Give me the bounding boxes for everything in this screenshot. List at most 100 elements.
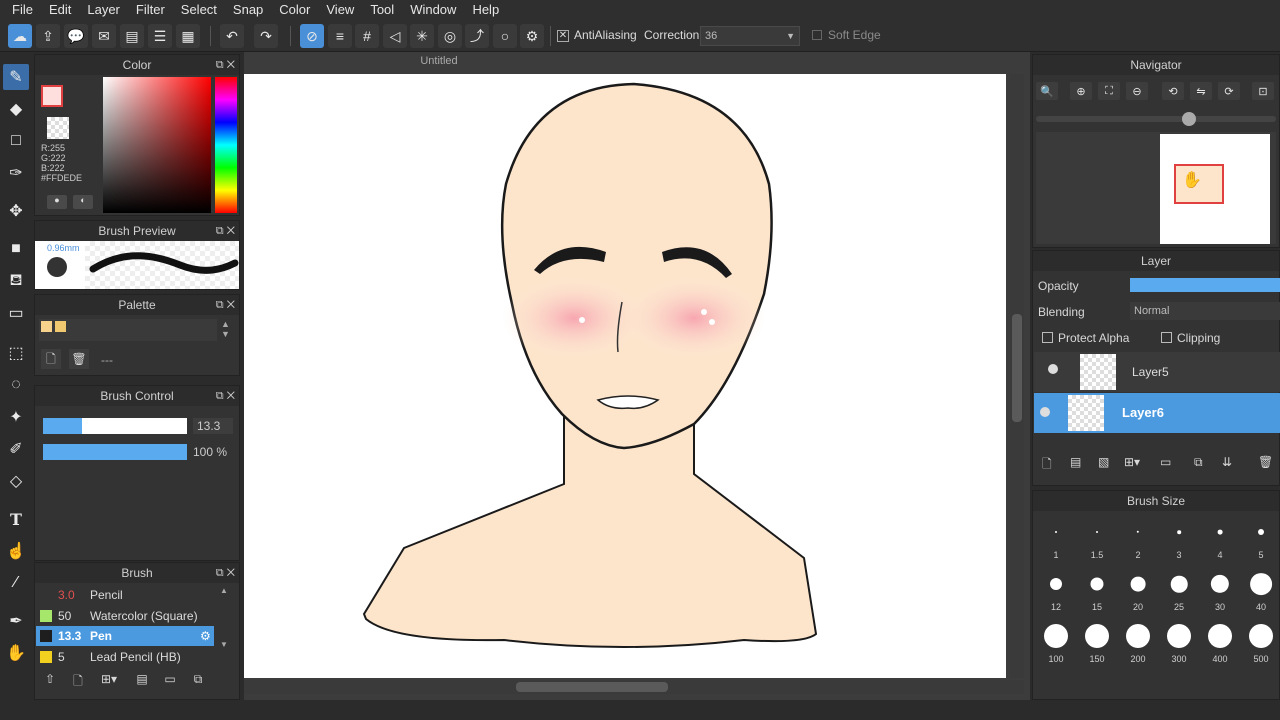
- zoom-in-icon[interactable]: 🔍: [1036, 82, 1058, 100]
- menu-view[interactable]: View: [318, 0, 362, 20]
- palette-swatch[interactable]: [41, 321, 52, 332]
- brush-size-value[interactable]: 13.3: [193, 418, 233, 434]
- lock-icon[interactable]: ⊡: [1252, 82, 1274, 100]
- brush-size-option[interactable]: 1: [1036, 512, 1076, 562]
- menu-color[interactable]: Color: [271, 0, 318, 20]
- brush-item-watercolor[interactable]: 50 Watercolor (Square): [36, 606, 214, 626]
- brush-size-option[interactable]: 3: [1159, 512, 1199, 562]
- vertical-scroll-thumb[interactable]: [1012, 314, 1022, 422]
- new-brush-icon[interactable]: 🗋: [68, 672, 88, 693]
- concentric-snap-icon[interactable]: ◎: [438, 24, 462, 48]
- panel-float-close-icon[interactable]: ⧉ ✕: [216, 386, 235, 406]
- menu-file[interactable]: File: [4, 0, 41, 20]
- background-color-swatch[interactable]: [47, 117, 69, 139]
- flip-icon[interactable]: ⇋: [1190, 82, 1212, 100]
- brush-size-option[interactable]: 5: [1241, 512, 1280, 562]
- color-saturation-square[interactable]: [103, 77, 211, 213]
- zoom-out-icon[interactable]: ⊖: [1126, 82, 1148, 100]
- brush-size-option[interactable]: 400: [1200, 616, 1240, 666]
- panel-float-close-icon[interactable]: ⧉ ✕: [216, 221, 235, 241]
- horizontal-scrollbar[interactable]: [244, 680, 1024, 694]
- horizontal-scroll-thumb[interactable]: [516, 682, 668, 692]
- clipping-checkbox[interactable]: [1161, 332, 1172, 343]
- export-icon[interactable]: ⇪: [36, 24, 60, 48]
- new-layer-icon[interactable]: 🗋: [1042, 455, 1052, 476]
- zoom-slider[interactable]: [1036, 112, 1276, 126]
- new-palette-icon[interactable]: 🗋: [41, 349, 61, 369]
- drawing-canvas[interactable]: [244, 74, 1006, 678]
- parallel-snap-icon[interactable]: ≡: [328, 24, 352, 48]
- eyedropper2-tool-icon[interactable]: ✒: [3, 608, 29, 634]
- menu-layer[interactable]: Layer: [79, 0, 128, 20]
- brush-size-option[interactable]: 2: [1118, 512, 1158, 562]
- gradient-tool-icon[interactable]: ▭: [3, 300, 29, 326]
- correction-select[interactable]: 36 ▼: [700, 26, 800, 46]
- brush-size-option[interactable]: 500: [1241, 616, 1280, 666]
- select-pen2-tool-icon[interactable]: ✐: [3, 436, 29, 462]
- brush-list-scroll[interactable]: ▲ ▼: [220, 586, 228, 649]
- comment-icon[interactable]: 💬: [64, 24, 88, 48]
- text-tool-icon[interactable]: T: [3, 506, 29, 532]
- brush-item-pencil[interactable]: 3.0 Pencil: [36, 585, 214, 605]
- canvas-tab-title[interactable]: Untitled: [244, 55, 634, 67]
- delete-palette-icon[interactable]: 🗑: [69, 349, 89, 369]
- rotate-right-icon[interactable]: ⟳: [1218, 82, 1240, 100]
- palette-scroll[interactable]: ▲ ▼: [221, 319, 230, 339]
- layer-folder-icon[interactable]: ▭: [1160, 455, 1171, 469]
- brush-size-option[interactable]: 1.5: [1077, 512, 1117, 562]
- brush-size-option[interactable]: 300: [1159, 616, 1199, 666]
- cloud-icon[interactable]: ☁: [8, 24, 32, 48]
- delete-layer-icon[interactable]: 🗑: [1258, 455, 1273, 469]
- new-halftone-layer-icon[interactable]: ▧: [1098, 455, 1109, 469]
- menu-filter[interactable]: Filter: [128, 0, 173, 20]
- layer-opacity-slider[interactable]: [1130, 278, 1280, 292]
- vertical-scrollbar[interactable]: [1010, 74, 1024, 678]
- color-wheel-icon[interactable]: ●: [47, 195, 67, 209]
- blending-select[interactable]: Normal: [1130, 302, 1280, 320]
- cloud-upload-icon[interactable]: ⇧: [40, 672, 60, 686]
- protect-alpha-checkbox[interactable]: [1042, 332, 1053, 343]
- menu-select[interactable]: Select: [173, 0, 225, 20]
- eyedropper-tool-icon[interactable]: ⁄: [3, 570, 29, 596]
- shape-tool-icon[interactable]: □: [3, 128, 29, 154]
- circle-snap-icon[interactable]: ○: [493, 24, 517, 48]
- brush-item-lead-pencil[interactable]: 5 Lead Pencil (HB): [36, 647, 214, 667]
- brush-size-option[interactable]: 150: [1077, 616, 1117, 666]
- select-eraser-tool-icon[interactable]: ◇: [3, 468, 29, 494]
- redo-icon[interactable]: ↷: [254, 24, 278, 48]
- brush-size-option[interactable]: 200: [1118, 616, 1158, 666]
- folder-icon[interactable]: ▭: [160, 672, 180, 686]
- eraser-tool-icon[interactable]: ◆: [3, 96, 29, 122]
- message-icon[interactable]: ✉: [92, 24, 116, 48]
- duplicate-icon[interactable]: ⧉: [188, 672, 208, 687]
- brush-opacity-slider[interactable]: [43, 444, 187, 460]
- menu-snap[interactable]: Snap: [225, 0, 271, 20]
- add-layer-menu-icon[interactable]: ⊞▾: [1124, 455, 1140, 469]
- page-icon[interactable]: ▤: [120, 24, 144, 48]
- brush-item-pen[interactable]: 13.3 Pen ⚙: [36, 626, 214, 646]
- hue-slider[interactable]: [215, 77, 237, 213]
- soft-edge-checkbox[interactable]: [812, 30, 822, 40]
- perspective-snap-icon[interactable]: ◁: [383, 24, 407, 48]
- brush-size-option[interactable]: 40: [1241, 564, 1280, 614]
- gear-icon[interactable]: ⚙: [200, 626, 211, 646]
- no-snap-icon[interactable]: ⊘: [300, 24, 324, 48]
- menu-edit[interactable]: Edit: [41, 0, 79, 20]
- operation-tool-icon[interactable]: ☝: [3, 538, 29, 564]
- hand-tool-icon[interactable]: ✋: [3, 640, 29, 666]
- layer-row[interactable]: Layer5: [1034, 352, 1280, 392]
- rotate-left-icon[interactable]: ⟲: [1162, 82, 1184, 100]
- brush-size-option[interactable]: 15: [1077, 564, 1117, 614]
- brush-size-option[interactable]: 30: [1200, 564, 1240, 614]
- undo-icon[interactable]: ↶: [220, 24, 244, 48]
- new-raster-layer-icon[interactable]: ▤: [1070, 455, 1081, 469]
- navigator-preview[interactable]: ✋: [1036, 132, 1276, 244]
- brush-opacity-value[interactable]: 100 %: [193, 444, 237, 460]
- brush-size-option[interactable]: 25: [1159, 564, 1199, 614]
- merge-layer-icon[interactable]: ⇊: [1222, 455, 1232, 469]
- grid-icon[interactable]: ▦: [176, 24, 200, 48]
- eye-icon[interactable]: [1040, 407, 1050, 417]
- magic-wand-tool-icon[interactable]: ✦: [3, 404, 29, 430]
- brush-size-option[interactable]: 12: [1036, 564, 1076, 614]
- palette-swatch[interactable]: [55, 321, 66, 332]
